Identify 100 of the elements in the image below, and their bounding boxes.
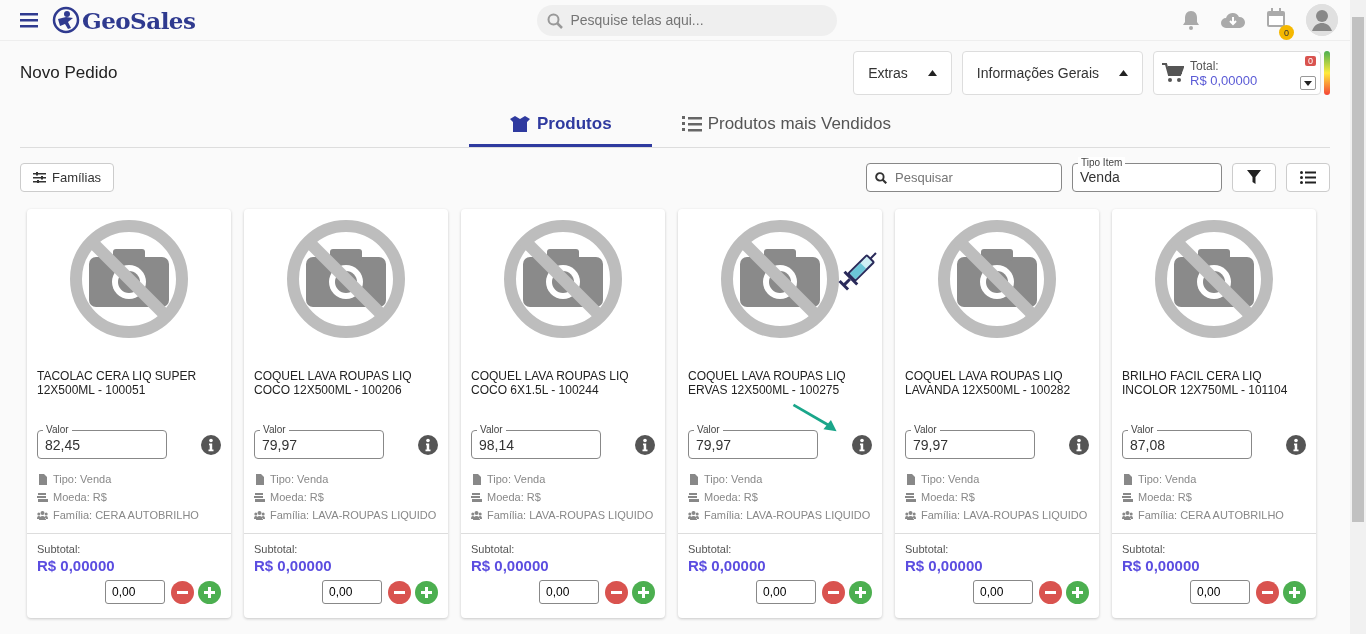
quantity-field[interactable]: 0,00 — [322, 580, 382, 604]
type-text: Tipo: Venda — [53, 473, 112, 485]
decrease-button[interactable] — [605, 580, 628, 604]
increase-button[interactable] — [632, 580, 655, 604]
plus-icon — [855, 586, 866, 598]
quantity-field[interactable]: 0,00 — [756, 580, 816, 604]
expand-button[interactable] — [1300, 76, 1316, 90]
quantity-field[interactable]: 0,00 — [1190, 580, 1250, 604]
money-stack-icon — [905, 491, 916, 503]
minus-icon — [394, 590, 405, 594]
type-text: Tipo: Venda — [487, 473, 546, 485]
menu-icon[interactable] — [20, 12, 38, 28]
total-label: Total: — [1190, 58, 1220, 73]
document-icon — [471, 473, 482, 485]
increase-button[interactable] — [1066, 580, 1089, 604]
type-text: Tipo: Venda — [270, 473, 329, 485]
list-view-button[interactable] — [1286, 162, 1330, 192]
extras-dropdown[interactable]: Extras — [853, 51, 952, 95]
price-field[interactable]: Valor 79,97 — [905, 423, 1035, 459]
search-field[interactable]: Pesquise telas aqui... — [537, 4, 838, 36]
subtotal-label: Subtotal: — [688, 543, 733, 555]
info-icon[interactable] — [1069, 434, 1089, 455]
price-field[interactable]: Valor 79,97 — [254, 423, 384, 459]
no-photo-icon — [937, 219, 1057, 339]
product-search-field[interactable]: Pesquisar — [866, 162, 1062, 192]
currency-text: Moeda: R$ — [704, 491, 758, 503]
subtotal-label: Subtotal: — [37, 543, 82, 555]
decrease-button[interactable] — [171, 580, 194, 604]
decrease-button[interactable] — [1039, 580, 1062, 604]
people-icon — [37, 509, 48, 521]
type-text: Tipo: Venda — [1138, 473, 1197, 485]
family-text: Família: CERA AUTOBRILHO — [1138, 509, 1284, 521]
general-info-dropdown[interactable]: Informações Gerais — [961, 51, 1143, 95]
price-field[interactable]: Valor 82,45 — [37, 423, 167, 459]
scrollbar[interactable] — [1350, 0, 1366, 634]
logo-icon — [52, 6, 80, 34]
minus-icon — [828, 590, 839, 594]
families-button[interactable]: Famílias — [20, 162, 115, 192]
filter-icon — [1247, 170, 1261, 184]
subtotal-value: R$ 0,00000 — [37, 557, 116, 574]
money-stack-icon — [254, 491, 265, 503]
increase-button[interactable] — [849, 580, 872, 604]
subtotal-label: Subtotal: — [905, 543, 950, 555]
people-icon — [688, 509, 699, 521]
tab[interactable]: Produtos — [469, 103, 652, 147]
price-field[interactable]: Valor 98,14 — [471, 423, 601, 459]
plus-icon — [421, 586, 432, 598]
subtotal-value: R$ 0,00000 — [688, 557, 767, 574]
family-text: Família: LAVA-ROUPAS LIQUIDO — [487, 509, 654, 521]
info-icon[interactable] — [1286, 434, 1306, 455]
caret-icon — [1119, 70, 1128, 76]
quantity-field[interactable]: 0,00 — [973, 580, 1033, 604]
product-name: COQUEL LAVA ROUPAS LIQ COCO 6X1.5L - 100244 — [471, 369, 630, 397]
info-icon[interactable] — [201, 434, 221, 455]
item-type-select[interactable]: Tipo Item Venda — [1072, 155, 1222, 192]
no-photo-icon — [1154, 219, 1274, 339]
info-icon[interactable] — [852, 434, 872, 455]
money-stack-icon — [37, 491, 48, 503]
quantity-field[interactable]: 0,00 — [105, 580, 165, 604]
people-icon — [905, 509, 916, 521]
no-photo-icon — [503, 219, 623, 339]
subtotal-label: Subtotal: — [1122, 543, 1167, 555]
price-field[interactable]: Valor 87,08 — [1122, 423, 1252, 459]
plus-icon — [204, 586, 215, 598]
decrease-button[interactable] — [388, 580, 411, 604]
bell-icon[interactable] — [1182, 10, 1200, 30]
people-icon — [471, 509, 482, 521]
document-icon — [905, 473, 916, 485]
caret-icon — [1304, 80, 1312, 86]
info-icon[interactable] — [418, 434, 438, 455]
increase-button[interactable] — [415, 580, 438, 604]
calendar-icon[interactable] — [1266, 8, 1286, 28]
search-icon — [547, 12, 564, 29]
sliders-icon — [33, 171, 46, 183]
numbered-list-icon — [681, 115, 702, 132]
cloud-download-icon[interactable] — [1220, 10, 1246, 30]
money-stack-icon — [1122, 491, 1133, 503]
filter-button[interactable] — [1232, 162, 1276, 192]
price-field[interactable]: Valor 79,97 — [688, 423, 818, 459]
people-icon — [254, 509, 265, 521]
info-icon[interactable] — [635, 434, 655, 455]
increase-button[interactable] — [198, 580, 221, 604]
product-name: BRILHO FACIL CERA LIQ INCOLOR 12X750ML - 101104 — [1122, 369, 1289, 397]
search-icon — [875, 171, 887, 184]
tab[interactable]: Produtos mais Vendidos — [651, 103, 921, 147]
quantity-field[interactable]: 0,00 — [539, 580, 599, 604]
decrease-button[interactable] — [822, 580, 845, 604]
increase-button[interactable] — [1283, 580, 1306, 604]
currency-text: Moeda: R$ — [53, 491, 107, 503]
plus-icon — [1289, 586, 1300, 598]
no-photo-icon — [286, 219, 406, 339]
plus-icon — [1072, 586, 1083, 598]
notification-badge: 0 — [1279, 25, 1294, 40]
family-text: Família: LAVA-ROUPAS LIQUIDO — [704, 509, 871, 521]
caret-icon — [927, 70, 937, 76]
total-value: R$ 0,00000 — [1190, 72, 1258, 88]
product-name: COQUEL LAVA ROUPAS LIQ COCO 12X500ML - 100206 — [254, 369, 413, 397]
page-title: Novo Pedido — [20, 63, 118, 83]
decrease-button[interactable] — [1256, 580, 1279, 604]
gradient-meter — [1324, 51, 1330, 95]
